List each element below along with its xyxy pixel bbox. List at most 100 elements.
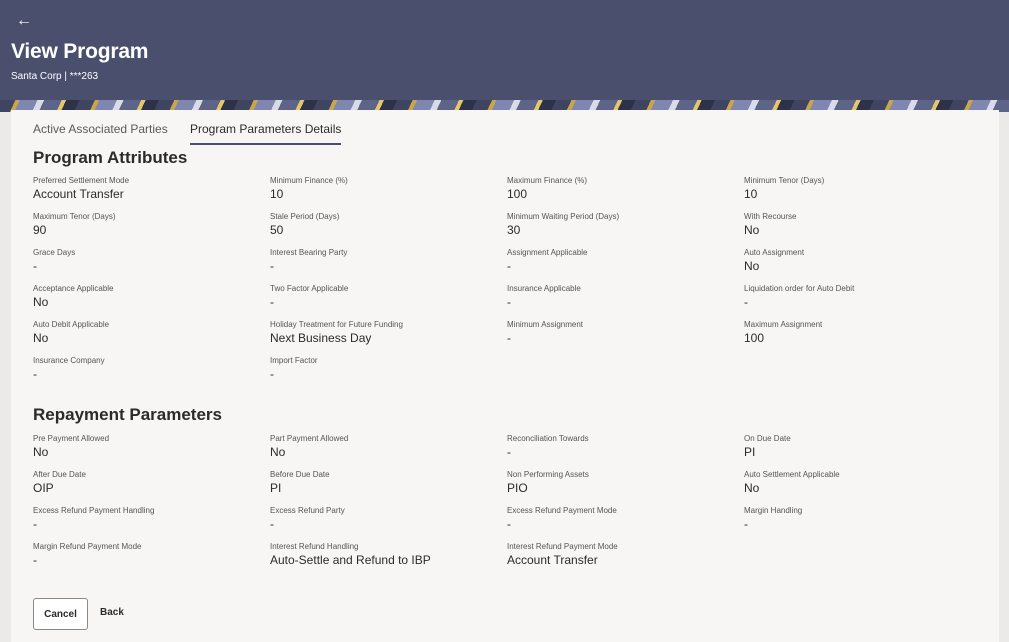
field-value: Account Transfer	[33, 187, 124, 201]
field-label: Auto Settlement Applicable	[744, 470, 840, 479]
field-value: 10	[270, 187, 284, 201]
field-label: Two Factor Applicable	[270, 284, 349, 293]
field-value: No	[33, 295, 49, 309]
field-label: Margin Handling	[744, 506, 803, 515]
field-label: Insurance Company	[33, 356, 105, 365]
field-value: No	[33, 445, 49, 459]
field-value: Auto-Settle and Refund to IBP	[270, 553, 431, 567]
field-item: Insurance Company -	[33, 356, 263, 382]
field-value: -	[270, 367, 274, 381]
field-label: Holiday Treatment for Future Funding	[270, 320, 403, 329]
field-label: Minimum Finance (%)	[270, 176, 348, 185]
field-label: Maximum Tenor (Days)	[33, 212, 116, 221]
field-item: Grace Days -	[33, 248, 263, 274]
field-label: Interest Bearing Party	[270, 248, 348, 257]
field-item: Pre Payment Allowed No	[33, 434, 263, 460]
program-attributes-title: Program Attributes	[33, 148, 188, 167]
field-label: Minimum Waiting Period (Days)	[507, 212, 620, 221]
field-item: Stale Period (Days) 50	[270, 212, 500, 238]
field-label: Reconciliation Towards	[507, 434, 589, 443]
field-item: Excess Refund Payment Mode -	[507, 506, 737, 532]
field-value: -	[507, 331, 511, 345]
field-label: Maximum Finance (%)	[507, 176, 588, 185]
field-item: On Due Date PI	[744, 434, 974, 460]
field-item: Reconciliation Towards -	[507, 434, 737, 460]
field-value: No	[744, 223, 760, 237]
field-value: -	[33, 553, 37, 567]
back-arrow-icon[interactable]: ←	[16, 12, 32, 30]
field-value: -	[270, 259, 274, 273]
cancel-button[interactable]: Cancel	[33, 598, 88, 630]
field-value: 10	[744, 187, 758, 201]
field-value: PIO	[507, 481, 528, 495]
content-panel: Active Associated Parties Program Parame…	[11, 110, 999, 642]
field-item: Auto Debit Applicable No	[33, 320, 263, 346]
field-item: Minimum Tenor (Days) 10	[744, 176, 974, 202]
back-button[interactable]: Back	[100, 607, 124, 618]
repayment-parameters-title: Repayment Parameters	[33, 405, 222, 424]
field-label: Excess Refund Party	[270, 506, 345, 515]
field-item: Auto Settlement Applicable No	[744, 470, 974, 496]
field-item: Interest Refund Payment Mode Account Tran…	[507, 542, 737, 568]
page-subtitle: Santa Corp | ***263	[11, 71, 99, 82]
field-item: Maximum Tenor (Days) 90	[33, 212, 263, 238]
field-item: Liquidation order for Auto Debit -	[744, 284, 974, 310]
field-value: 100	[744, 331, 765, 345]
tab-active-associated-parties[interactable]: Active Associated Parties	[33, 122, 168, 143]
field-label: Non Performing Assets	[507, 470, 589, 479]
field-item: Minimum Assignment -	[507, 320, 737, 346]
field-label: Excess Refund Payment Handling	[33, 506, 155, 515]
field-label: Interest Refund Payment Mode	[507, 542, 618, 551]
field-label: Assignment Applicable	[507, 248, 588, 257]
field-value: -	[507, 445, 511, 459]
field-item: After Due Date OIP	[33, 470, 263, 496]
field-value: 90	[33, 223, 47, 237]
field-value: No	[744, 481, 760, 495]
field-label: Pre Payment Allowed	[33, 434, 110, 443]
field-item: Margin Handling -	[744, 506, 974, 532]
field-item: Acceptance Applicable No	[33, 284, 263, 310]
field-value: -	[270, 295, 274, 309]
field-label: Auto Assignment	[744, 248, 805, 257]
field-value: -	[507, 517, 511, 531]
field-label: Import Factor	[270, 356, 318, 365]
field-item: Assignment Applicable -	[507, 248, 737, 274]
field-item: Interest Bearing Party -	[270, 248, 500, 274]
field-label: Grace Days	[33, 248, 76, 257]
field-label: Acceptance Applicable	[33, 284, 114, 293]
field-item: Maximum Finance (%) 100	[507, 176, 737, 202]
field-value: -	[33, 517, 37, 531]
field-label: Stale Period (Days)	[270, 212, 340, 221]
field-label: Interest Refund Handling	[270, 542, 359, 551]
field-label: Auto Debit Applicable	[33, 320, 110, 329]
field-item: Insurance Applicable -	[507, 284, 737, 310]
field-value: Next Business Day	[270, 331, 372, 345]
field-item: Non Performing Assets PIO	[507, 470, 737, 496]
field-item: Excess Refund Payment Handling -	[33, 506, 263, 532]
field-value: PI	[270, 481, 282, 495]
field-item: Margin Refund Payment Mode -	[33, 542, 263, 568]
field-item: Excess Refund Party -	[270, 506, 500, 532]
field-item: With Recourse No	[744, 212, 974, 238]
field-value: 30	[507, 223, 521, 237]
tab-program-parameters-details[interactable]: Program Parameters Details	[190, 122, 342, 145]
field-value: -	[507, 259, 511, 273]
field-label: Before Due Date	[270, 470, 330, 479]
field-label: Margin Refund Payment Mode	[33, 542, 142, 551]
field-item: Import Factor -	[270, 356, 500, 382]
field-label: Minimum Tenor (Days)	[744, 176, 825, 185]
field-value: -	[33, 259, 37, 273]
field-item: Interest Refund Handling Auto-Settle and …	[270, 542, 500, 568]
field-item: Two Factor Applicable -	[270, 284, 500, 310]
field-value: -	[744, 517, 748, 531]
field-label: Excess Refund Payment Mode	[507, 506, 617, 515]
field-label: After Due Date	[33, 470, 86, 479]
field-value: -	[744, 295, 748, 309]
field-item: Maximum Assignment 100	[744, 320, 974, 346]
field-label: Part Payment Allowed	[270, 434, 349, 443]
field-value: No	[270, 445, 286, 459]
field-label: Preferred Settlement Mode	[33, 176, 130, 185]
field-value: No	[744, 259, 760, 273]
field-item: Part Payment Allowed No	[270, 434, 500, 460]
field-value: 50	[270, 223, 284, 237]
